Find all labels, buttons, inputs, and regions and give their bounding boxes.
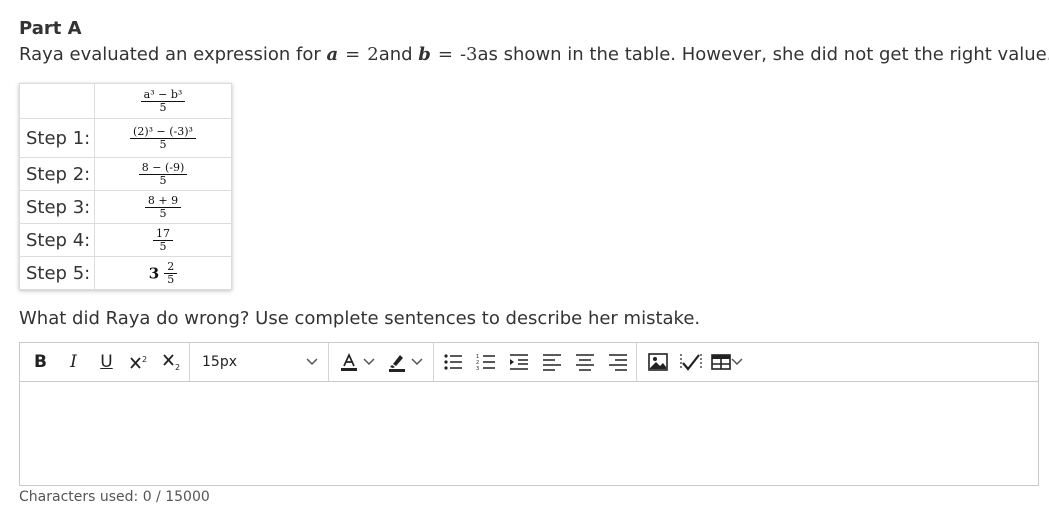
numerator: 8 + 9 (144, 194, 182, 208)
answer-text-area[interactable] (20, 382, 1038, 485)
svg-text:3: 3 (476, 366, 479, 371)
prompt-text-before: Raya evaluated an expression for (19, 44, 327, 65)
denominator: 5 (159, 239, 167, 253)
question-prompt: Raya evaluated an expression for a = 2and … (19, 44, 1049, 65)
fraction: (2)³ − (-3)³ 5 (130, 125, 196, 151)
step-label: Step 5: (19, 256, 95, 290)
highlighter-icon (389, 355, 405, 372)
table-row: Step 1: (2)³ − (-3)³ 5 (19, 118, 232, 158)
font-size-value: 15px (202, 354, 237, 370)
denominator: 5 (159, 173, 167, 187)
indent-button[interactable] (502, 343, 535, 381)
character-count: Characters used: 0 / 15000 (19, 489, 210, 505)
color-group (329, 343, 434, 381)
editor-toolbar: B I U 2 2 15px 1 2 3 (20, 343, 1038, 382)
bold-button[interactable]: B (24, 343, 57, 381)
numerator: (2)³ − (-3)³ (130, 125, 196, 139)
step-label: Step 3: (19, 190, 95, 224)
subscript-icon: 2 (162, 354, 180, 371)
table-row: Step 4: 17 5 (19, 223, 232, 257)
chevron-down-icon (363, 358, 375, 366)
align-center-icon (575, 354, 594, 371)
expression-cell: 8 + 95 (94, 190, 232, 224)
numerator: 8 − (-9) (138, 161, 188, 175)
indent-icon (509, 354, 528, 370)
numerator: 2 (164, 260, 178, 274)
numerator: 17 (153, 227, 173, 241)
align-left-button[interactable] (535, 343, 568, 381)
italic-button[interactable]: I (57, 343, 90, 381)
align-center-button[interactable] (568, 343, 601, 381)
fraction: 8 − (-9) 5 (138, 161, 188, 187)
variable-b: b (418, 44, 431, 65)
steps-table: a³ − b³ 5 Step 1: (2)³ − (-3)³ 5 Step 2: 8… (19, 83, 232, 290)
denominator: 5 (159, 137, 167, 151)
value-b: -3 (459, 44, 478, 65)
chevron-down-icon (306, 358, 318, 366)
spell-check-button[interactable] (674, 343, 707, 381)
fraction: a³ − b³ 5 (140, 88, 186, 114)
equals-sign: = (437, 44, 453, 65)
step-label: Step 4: (19, 223, 95, 257)
superscript-icon: 2 (129, 355, 147, 369)
format-group: B I U 2 2 (20, 343, 190, 381)
numbered-list-button[interactable]: 123 (469, 343, 502, 381)
numbered-list-icon: 123 (476, 354, 495, 371)
question-text: What did Raya do wrong? Use complete sen… (19, 308, 701, 329)
table-row: Step 3: 8 + 95 (19, 190, 232, 224)
denominator: 5 (159, 100, 167, 114)
font-size-select[interactable]: 15px (190, 343, 328, 381)
mixed-number-whole: 3 (148, 264, 160, 282)
bulleted-list-button[interactable] (436, 343, 469, 381)
variable-a: a (326, 44, 339, 65)
expression-cell: 17 5 (94, 223, 232, 257)
expression-cell: 3 25 (94, 256, 232, 290)
empty-header-cell (19, 83, 95, 119)
equals-sign: = (345, 44, 361, 65)
step-label: Step 1: (19, 118, 95, 158)
expression-cell: a³ − b³ 5 (94, 83, 232, 119)
table-row: Step 5: 3 25 (19, 256, 232, 290)
chevron-down-icon (731, 358, 743, 366)
align-right-icon (608, 354, 627, 371)
denominator: 5 (159, 206, 167, 220)
fraction: 25 (164, 260, 178, 286)
paragraph-group: 123 (434, 343, 637, 381)
highlight-color-button[interactable] (381, 343, 429, 381)
font-color-button[interactable] (333, 343, 381, 381)
align-left-icon (542, 354, 561, 371)
image-icon (647, 353, 668, 371)
expression-cell: (2)³ − (-3)³ 5 (94, 118, 232, 158)
align-right-button[interactable] (601, 343, 634, 381)
prompt-text-after: as shown in the table. However, she did … (477, 44, 1049, 65)
subscript-button[interactable]: 2 (156, 343, 189, 381)
insert-image-button[interactable] (641, 343, 674, 381)
underline-button[interactable]: U (90, 343, 123, 381)
fraction: 8 + 95 (144, 194, 182, 220)
font-size-group: 15px (190, 343, 329, 381)
svg-text:2: 2 (142, 355, 147, 364)
table-header-row: a³ − b³ 5 (19, 83, 232, 119)
step-label: Step 2: (19, 157, 95, 191)
insert-table-button[interactable] (707, 343, 747, 381)
svg-text:2: 2 (175, 363, 180, 371)
fraction: 17 5 (153, 227, 173, 253)
prompt-text-mid: and (378, 44, 419, 65)
spell-check-icon (679, 354, 702, 371)
table-row: Step 2: 8 − (-9) 5 (19, 157, 232, 191)
superscript-button[interactable]: 2 (123, 343, 156, 381)
rich-text-editor: B I U 2 2 15px 1 2 3 (19, 342, 1039, 486)
value-a: 2 (367, 44, 379, 65)
chevron-down-icon (411, 358, 423, 366)
font-color-icon (341, 352, 357, 371)
part-title: Part A (19, 18, 82, 39)
expression-cell: 8 − (-9) 5 (94, 157, 232, 191)
table-icon (711, 354, 731, 370)
insert-group (637, 343, 751, 381)
numerator: a³ − b³ (140, 88, 186, 102)
denominator: 5 (167, 272, 175, 286)
bulleted-list-icon (443, 354, 462, 370)
